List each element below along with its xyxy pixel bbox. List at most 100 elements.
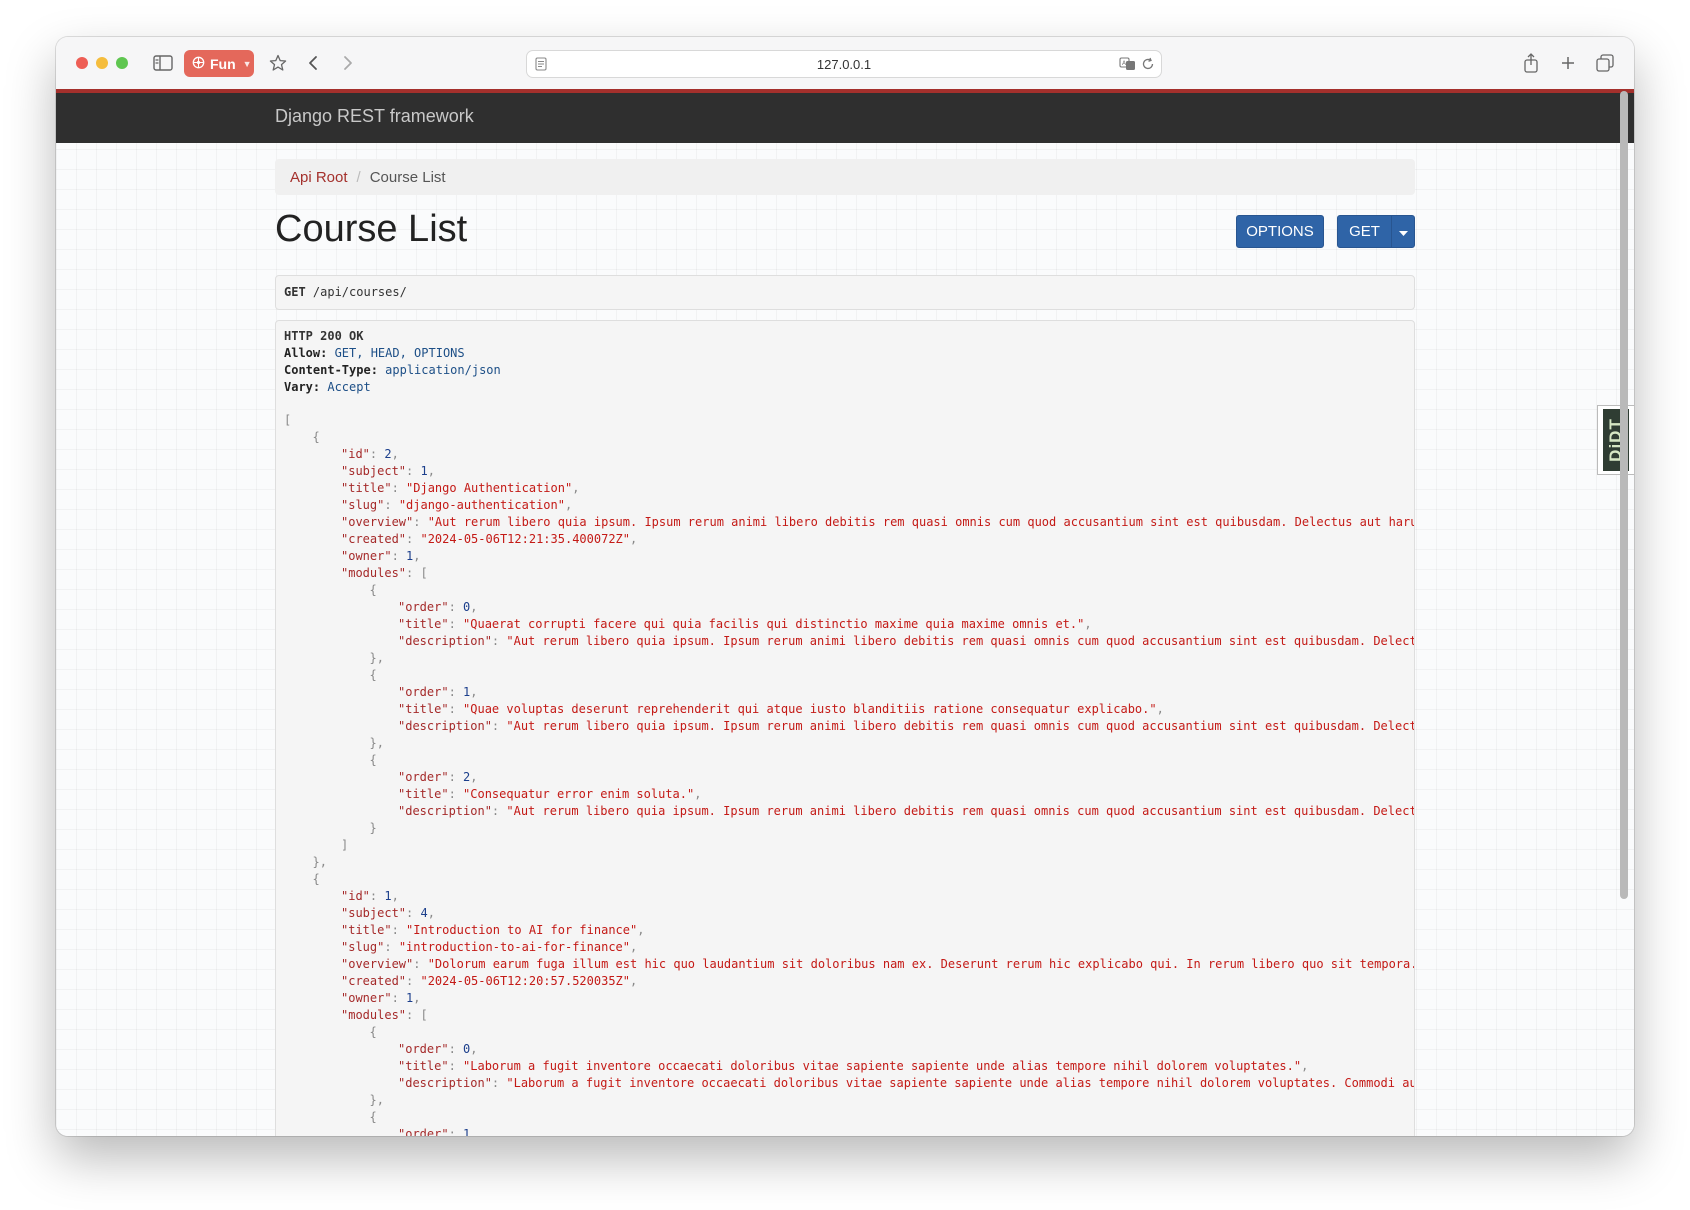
breadcrumb-separator: / [356, 168, 361, 186]
json-punctuation: [ [284, 413, 292, 427]
json-colon: : [448, 685, 464, 699]
json-line: "description": "Laborum a fugit inventor… [398, 1076, 1414, 1090]
json-number: 1 [420, 464, 428, 478]
json-punctuation: , [427, 906, 435, 920]
minimize-window-button[interactable] [96, 57, 108, 69]
zoom-window-button[interactable] [116, 57, 128, 69]
json-punctuation: , [1156, 702, 1164, 716]
forward-icon[interactable] [336, 51, 360, 75]
json-line: "slug": "django-authentication", [341, 498, 572, 512]
json-punctuation: , [572, 481, 580, 495]
request-path: /api/courses/ [305, 285, 407, 299]
response-status: HTTP 200 OK [284, 329, 364, 343]
json-key: "order" [398, 600, 449, 614]
json-key: "order" [398, 685, 449, 699]
json-line: "order": 1, [398, 685, 478, 699]
json-line: "modules": [ [341, 1008, 428, 1022]
json-key: "title" [398, 617, 449, 631]
json-line: "title": "Consequatur error enim soluta.… [398, 787, 701, 801]
json-line: { [370, 1110, 377, 1124]
json-punctuation: , [470, 770, 478, 784]
json-string: "Aut rerum libero quia ipsum. Ipsum reru… [506, 804, 1415, 818]
close-window-button[interactable] [76, 57, 88, 69]
json-key: "title" [341, 923, 392, 937]
json-number: 2 [384, 447, 392, 461]
json-line: "subject": 4, [341, 906, 435, 920]
json-key: "overview" [341, 957, 414, 971]
json-colon: : [384, 940, 399, 954]
response-header-content-type: Content-Type: application/json [284, 363, 501, 377]
json-line: "description": "Aut rerum libero quia ip… [398, 634, 1414, 648]
json-number: 1 [463, 1127, 471, 1136]
json-punctuation: , [564, 498, 573, 512]
json-punctuation: { [369, 668, 377, 682]
json-punctuation: , [413, 549, 421, 563]
json-punctuation: , [694, 787, 702, 801]
json-punctuation: }, [312, 855, 327, 869]
json-line: "id": 2, [341, 447, 399, 461]
json-string: "Aut rerum libero quia ipsum. Ipsum reru… [427, 515, 1415, 529]
chevron-down-icon: ▼ [242, 58, 252, 69]
json-number: 4 [420, 906, 428, 920]
get-button[interactable]: GET [1337, 215, 1392, 248]
page-scrollbar[interactable] [1620, 91, 1628, 899]
profile-button[interactable]: Fun ▼ [184, 50, 254, 77]
browser-window: Fun ▼ 127.0.0.1 A Django REST framework … [56, 37, 1634, 1136]
json-punctuation: , [630, 532, 638, 546]
json-line: { [370, 1025, 377, 1039]
json-colon: : [413, 515, 428, 529]
json-key: "description" [398, 804, 492, 818]
json-line: ] [341, 838, 348, 852]
json-key: "created" [341, 974, 407, 988]
json-line: { [370, 753, 377, 767]
json-key: "title" [398, 702, 449, 716]
json-colon: : [406, 1008, 421, 1022]
star-icon[interactable] [266, 51, 290, 75]
reload-icon[interactable] [1141, 57, 1155, 76]
json-colon: : [448, 1127, 464, 1136]
brand-link[interactable]: Django REST framework [275, 106, 474, 127]
json-line: "created": "2024-05-06T12:21:35.400072Z"… [341, 532, 637, 546]
navbar: Django REST framework [56, 89, 1634, 143]
json-key: "modules" [341, 1008, 407, 1022]
json-key: "slug" [341, 940, 385, 954]
page-title: Course List [275, 208, 468, 250]
json-line: }, [370, 651, 384, 665]
options-button[interactable]: OPTIONS [1236, 215, 1324, 248]
breadcrumb: Api Root / Course List [275, 159, 1415, 195]
json-colon: : [491, 719, 507, 733]
json-colon: : [406, 906, 421, 920]
json-string: "Quaerat corrupti facere qui quia facili… [463, 617, 1085, 631]
back-icon[interactable] [301, 51, 325, 75]
breadcrumb-api-root[interactable]: Api Root [290, 169, 348, 186]
json-colon: : [406, 532, 421, 546]
share-icon[interactable] [1519, 51, 1543, 75]
json-line: "title": "Quae voluptas deserunt reprehe… [398, 702, 1164, 716]
json-punctuation: , [391, 889, 399, 903]
json-colon: : [391, 549, 407, 563]
json-key: "slug" [341, 498, 385, 512]
translate-icon[interactable]: A [1119, 57, 1137, 76]
json-key: "created" [341, 532, 407, 546]
json-colon: : [413, 957, 428, 971]
address-bar[interactable]: 127.0.0.1 A [526, 50, 1162, 78]
json-punctuation: , [1084, 617, 1092, 631]
json-line: "title": "Django Authentication", [341, 481, 579, 495]
json-punctuation: ] [341, 838, 349, 852]
json-line: "order": 1 [398, 1127, 470, 1136]
sidebar-icon[interactable] [151, 51, 175, 75]
json-punctuation: , [413, 991, 421, 1005]
json-punctuation: { [369, 1110, 377, 1124]
json-key: "order" [398, 1042, 449, 1056]
json-colon: : [448, 787, 464, 801]
page-content: Django REST framework Api Root / Course … [56, 89, 1634, 1136]
json-key: "owner" [341, 549, 392, 563]
json-key: "owner" [341, 991, 392, 1005]
new-tab-icon[interactable] [1556, 51, 1580, 75]
get-format-dropdown[interactable] [1391, 215, 1415, 248]
json-colon: : [369, 447, 385, 461]
tabs-overview-icon[interactable] [1593, 51, 1617, 75]
json-key: "title" [341, 481, 392, 495]
debug-toolbar-handle[interactable]: DjDT [1597, 405, 1634, 475]
json-punctuation: }, [369, 1093, 384, 1107]
